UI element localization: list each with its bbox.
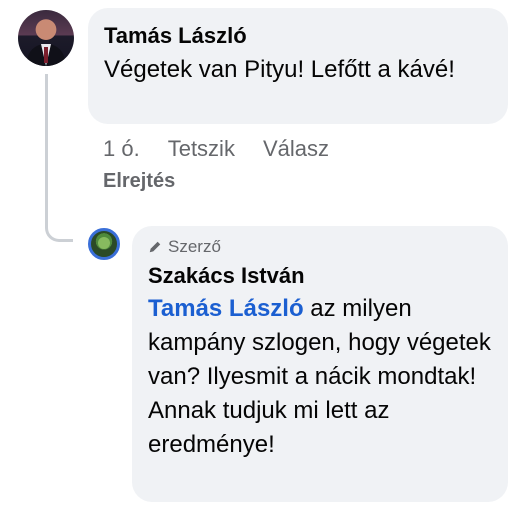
thread-connector-line [45, 74, 73, 242]
pencil-icon [149, 241, 161, 253]
comment-bubble: Tamás László Végetek van Pityu! Lefőtt a… [88, 8, 508, 124]
reply-author-name[interactable]: Szakács István [148, 262, 492, 290]
author-badge: Szerző [148, 236, 492, 258]
hide-replies-link[interactable]: Elrejtés [103, 170, 175, 193]
comment-text: Végetek van Pityu! Lefőtt a kávé! [104, 56, 455, 83]
reply-text: Tamás László az milyen kampány szlogen, … [148, 292, 492, 462]
reply-button[interactable]: Válasz [263, 136, 329, 162]
commenter-avatar[interactable] [18, 10, 74, 66]
comment-timestamp[interactable]: 1 ó. [103, 136, 140, 162]
reply-bubble: Szerző Szakács István Tamás László az mi… [132, 226, 508, 502]
comment-author-name[interactable]: Tamás László [104, 22, 492, 50]
like-button[interactable]: Tetszik [168, 136, 235, 162]
reply-author-avatar[interactable] [88, 228, 120, 260]
comment-actions: 1 ó. Tetszik Válasz [103, 136, 329, 162]
avatar-tie [44, 47, 48, 63]
author-badge-label: Szerző [168, 237, 221, 256]
mention-link[interactable]: Tamás László [148, 295, 304, 322]
